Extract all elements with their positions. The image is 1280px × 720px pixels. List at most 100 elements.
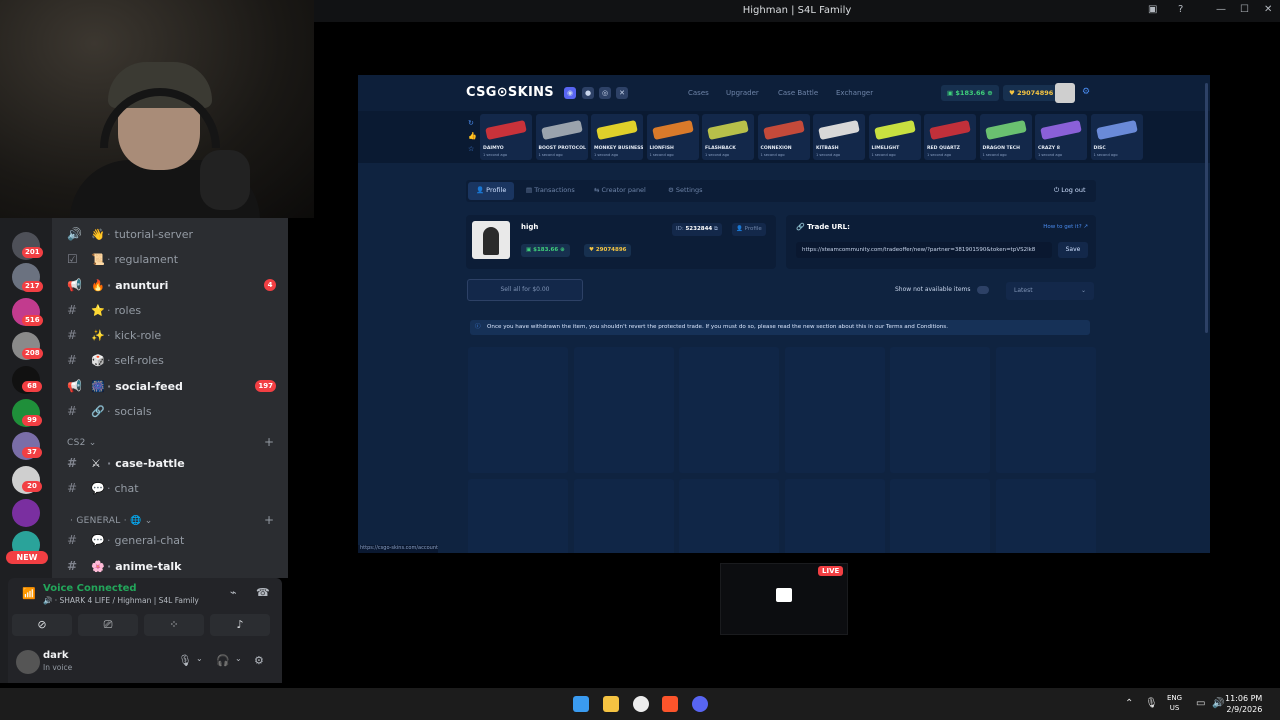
trade-help-link[interactable]: How to get it? ↗ — [1043, 224, 1088, 230]
category-cs2[interactable]: CS2 ⌄ — [67, 438, 97, 448]
voice-status[interactable]: Voice Connected — [43, 583, 137, 594]
drop-tile[interactable]: KITBASH 1 second ago — [813, 114, 865, 160]
gear-icon[interactable]: ⚙ — [1082, 87, 1090, 97]
instagram-icon[interactable]: ◎ — [599, 87, 611, 99]
drop-name: CONNEXION — [760, 146, 792, 151]
profile-id[interactable]: ID: 5232844 ⧉ — [672, 223, 722, 236]
help-icon[interactable]: ? — [1178, 4, 1183, 15]
disconnect-icon[interactable]: ☎ — [256, 586, 270, 599]
scrollbar[interactable] — [1205, 83, 1208, 333]
channel-emoji: 🔗 — [91, 404, 105, 418]
tab-transactions[interactable]: ▤ Transactions — [526, 186, 575, 194]
channel-tutorial-server[interactable]: 🔊 👋 · tutorial-server — [52, 222, 288, 246]
minimize-icon[interactable]: — — [1216, 4, 1226, 15]
nav-case-battle[interactable]: Case Battle — [778, 89, 818, 97]
site-logo[interactable]: CSG⊙SKINS — [466, 85, 554, 100]
channel-kick-role[interactable]: # ✨ · kick-role — [52, 323, 288, 347]
maximize-icon[interactable]: ☐ — [1240, 4, 1249, 15]
thumbs-up-icon[interactable]: 👍 — [468, 132, 477, 140]
file-explorer-icon[interactable] — [603, 696, 619, 712]
language-indicator[interactable]: ENG US — [1167, 693, 1182, 713]
drop-tile[interactable]: CONNEXION 1 second ago — [757, 114, 810, 160]
discord-icon[interactable] — [692, 696, 708, 712]
nav-upgrader[interactable]: Upgrader — [726, 89, 759, 97]
drop-tile[interactable]: DRAGON TECH 1 second ago — [979, 114, 1032, 160]
profile-link[interactable]: 👤 Profile — [732, 223, 766, 236]
voice-channel-name: 🔊 · SHARK 4 LIFE / Highman | S4L Family — [43, 596, 199, 605]
tab-creator-panel[interactable]: ⇆ Creator panel — [594, 186, 646, 194]
tab-profile[interactable]: 👤 Profile — [476, 186, 506, 194]
inbox-icon[interactable]: ▣ — [1148, 4, 1157, 15]
drop-name: RED QUARTZ — [927, 146, 960, 151]
channel-case-battle[interactable]: # ⚔ · case-battle — [52, 451, 288, 475]
soundboard-button[interactable]: ♪ — [210, 614, 270, 636]
server-badge: 20 — [22, 481, 42, 492]
save-button[interactable]: Save — [1058, 242, 1088, 258]
microphone-icon[interactable]: 🎙 — [178, 654, 192, 667]
x-icon[interactable]: ✕ — [616, 87, 628, 99]
drop-tile[interactable]: BOOST PROTOCOL 1 second ago — [535, 114, 588, 160]
channel-anime-talk[interactable]: # 🌸 · anime-talk — [52, 554, 288, 578]
settings-gear-icon[interactable]: ⚙ — [254, 654, 264, 667]
nav-exchanger[interactable]: Exchanger — [836, 89, 873, 97]
headphones-icon[interactable]: 🎧 — [216, 654, 230, 667]
avatar[interactable] — [16, 650, 40, 674]
nav-cases[interactable]: Cases — [688, 89, 709, 97]
trade-url-input[interactable]: https://steamcommunity.com/tradeoffer/ne… — [796, 242, 1052, 258]
drop-time: 1 second ago — [594, 153, 619, 157]
sort-select[interactable]: Latest ⌄ — [1006, 282, 1094, 300]
channel-socials[interactable]: # 🔗 · socials — [52, 399, 288, 423]
brave-icon[interactable] — [662, 696, 678, 712]
channel-emoji: 🎲 — [91, 353, 105, 367]
browser-icon[interactable] — [633, 696, 649, 712]
channel-general-chat[interactable]: # 💬 · general-chat — [52, 528, 288, 552]
sell-all-button[interactable]: Sell all for $0.00 — [467, 279, 583, 301]
drop-tile[interactable]: CRAZY 8 1 second ago — [1035, 114, 1087, 160]
close-icon[interactable]: ✕ — [1264, 4, 1272, 15]
noise-suppression-icon[interactable]: ⌁ — [230, 586, 237, 599]
drop-tile[interactable]: DISC 1 second ago — [1090, 114, 1143, 160]
chevron-down-icon[interactable]: ⌄ — [196, 654, 203, 663]
drop-tile[interactable]: FLASHBACK 1 second ago — [702, 114, 754, 160]
history-icon[interactable]: ↻ — [468, 119, 474, 127]
channel-anunturi[interactable]: 📢 🔥 · anunturi 4 — [52, 273, 288, 297]
network-icon[interactable]: ▭ — [1196, 698, 1205, 709]
server-icon[interactable] — [12, 499, 40, 527]
add-channel-plus-icon[interactable]: + — [264, 435, 274, 449]
info-icon: ⓘ — [475, 324, 481, 330]
show-unavailable-label: Show not available items — [895, 286, 971, 293]
category-general[interactable]: · GENERAL · 🌐 ⌄ — [70, 516, 153, 526]
drop-tile[interactable]: DAIMYO 1 second ago — [480, 114, 532, 160]
star-icon[interactable]: ☆ — [468, 145, 474, 153]
chevron-up-icon[interactable]: ⌃ — [1125, 698, 1133, 709]
channel-self-roles[interactable]: # 🎲 · self-roles — [52, 348, 288, 372]
header-coins[interactable]: ♥ 29074896 — [1003, 85, 1060, 101]
show-unavailable-toggle[interactable] — [977, 286, 989, 294]
avatar[interactable] — [1055, 83, 1075, 103]
drop-tile[interactable]: RED QUARTZ 1 second ago — [924, 114, 976, 160]
channel-regulament[interactable]: ☑ 📜 · regulament — [52, 247, 288, 271]
channel-roles[interactable]: # ⭐ · roles — [52, 298, 288, 322]
info-notice: ⓘ Once you have withdrawn the item, you … — [470, 320, 1090, 335]
add-channel-plus-icon[interactable]: + — [264, 513, 274, 527]
screen-share-button[interactable]: ⎚ — [78, 614, 138, 636]
windows-start-icon[interactable] — [573, 696, 589, 712]
drop-tile[interactable]: LIMELIGHT 1 second ago — [868, 114, 921, 160]
chevron-down-icon[interactable]: ⌄ — [235, 654, 242, 663]
logout-button[interactable]: ⏻ Log out — [1054, 186, 1086, 195]
volume-icon[interactable]: 🔊 — [1212, 698, 1224, 709]
clock[interactable]: 11:06 PM 2/9/2026 — [1225, 693, 1262, 715]
drop-name: DAIMYO — [483, 146, 504, 151]
steam-icon[interactable]: ● — [582, 87, 594, 99]
camera-off-button[interactable]: ⊘ — [12, 614, 72, 636]
drop-tile[interactable]: LIONFISH 1 second ago — [646, 114, 699, 160]
channel-social-feed[interactable]: 📢 🎆 · social-feed 197 — [52, 374, 288, 398]
header-balance[interactable]: ▣ $183.66 ⊕ — [941, 85, 999, 101]
tab-settings[interactable]: ⚙ Settings — [668, 186, 703, 194]
drop-tile[interactable]: MONKEY BUSINESS 1 second ago — [591, 114, 643, 160]
channel-chat[interactable]: # 💬 · chat — [52, 476, 288, 500]
activities-button[interactable]: ⁘ — [144, 614, 204, 636]
microphone-icon[interactable]: 🎙 — [1145, 698, 1158, 709]
discord-icon[interactable]: ◉ — [564, 87, 576, 99]
stream-title-bar: Highman | S4L Family ▣ ? — ☐ ✕ — [314, 0, 1280, 22]
